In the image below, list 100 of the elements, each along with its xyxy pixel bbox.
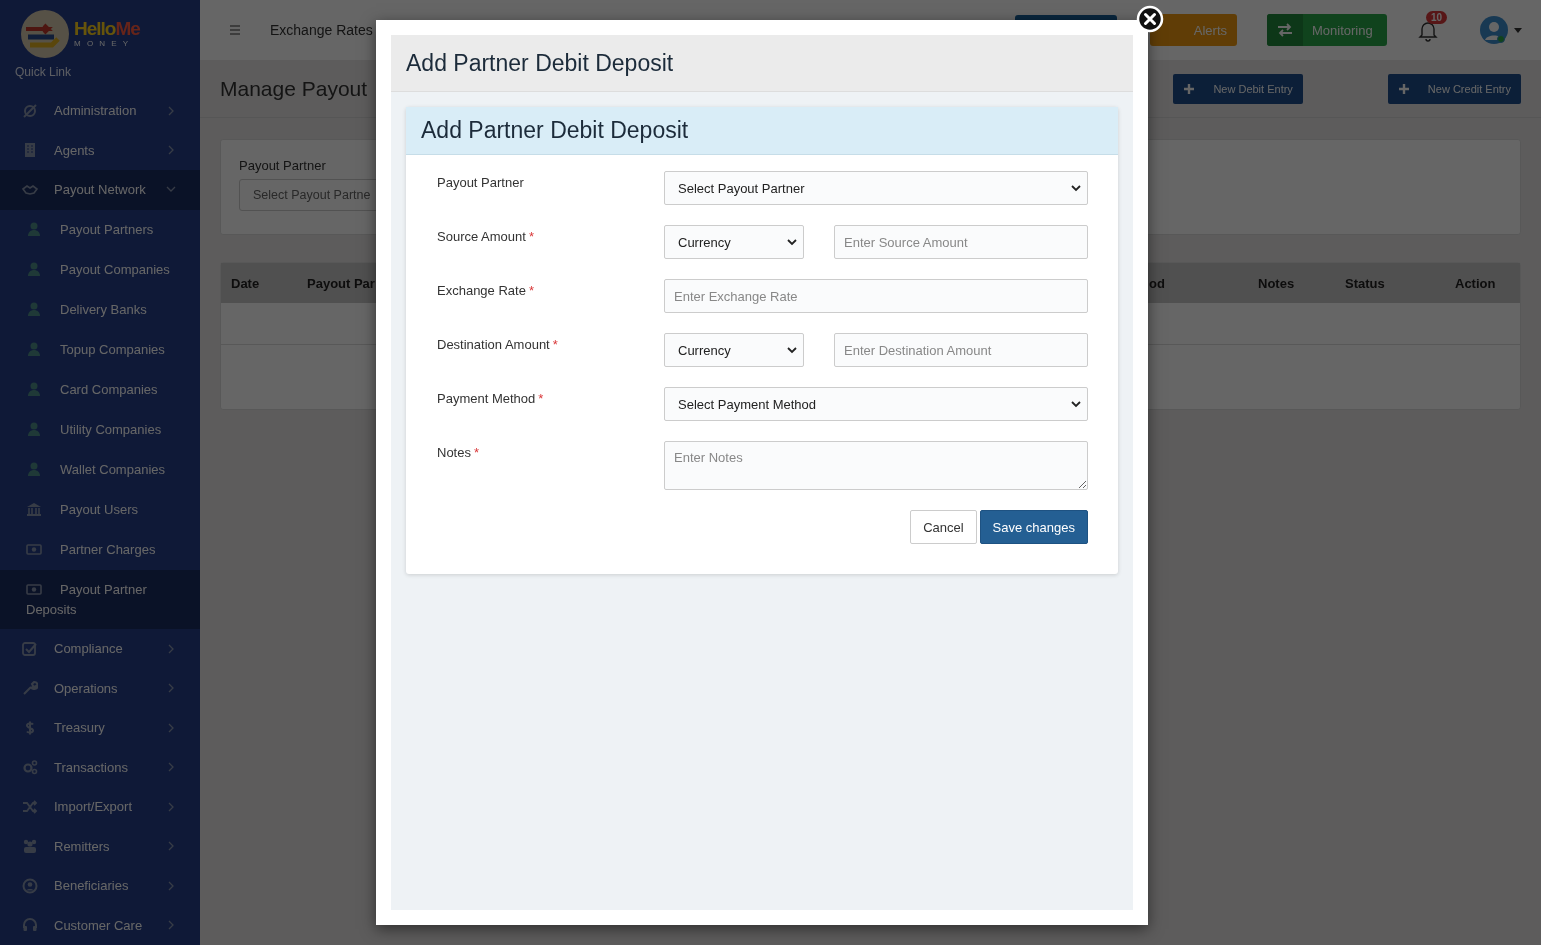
sidebar-item[interactable]: Payout Network: [0, 170, 200, 210]
column-header: Action: [1455, 275, 1496, 291]
swap-arrows-icon: [1277, 23, 1293, 37]
sidebar-subitem[interactable]: Delivery Banks: [0, 289, 200, 330]
sidebar-subitem[interactable]: Payout Companies: [0, 249, 200, 290]
wrench-icon: [22, 680, 38, 697]
sidebar-subitem[interactable]: Payout Partner Deposits: [0, 569, 200, 629]
field-label: Payment Method *: [437, 390, 545, 408]
field-label: Source Amount *: [437, 228, 535, 246]
sidebar-item[interactable]: Transactions: [0, 747, 200, 787]
sidebar-item[interactable]: Compliance: [0, 629, 200, 669]
new-entry-button[interactable]: New Credit Entry: [1387, 73, 1521, 104]
select-field[interactable]: Select Payout Partner: [664, 171, 1088, 205]
item-label: Compliance: [54, 641, 124, 657]
logo-name: HelloMe: [74, 19, 140, 40]
caret-icon: [1514, 27, 1522, 33]
item-label: Remitters: [54, 838, 111, 854]
person-icon: [26, 340, 42, 357]
bank-icon: [26, 500, 42, 517]
chevron-right-icon: [166, 683, 176, 694]
select-field[interactable]: Currency: [664, 333, 804, 367]
column-header: od: [1149, 275, 1165, 291]
sidebar-subitem[interactable]: Card Companies: [0, 369, 200, 410]
text-input[interactable]: Enter Exchange Rate: [664, 279, 1088, 313]
sidebar-item[interactable]: Agents: [0, 130, 200, 170]
item-label: Payout Users: [26, 501, 139, 517]
chevron-right-icon: [166, 722, 176, 733]
monitoring-button[interactable]: Monitoring: [1267, 14, 1387, 46]
person-icon: [26, 260, 42, 277]
item-label: Administration: [54, 103, 138, 119]
chevron-right-icon: [166, 145, 176, 156]
chevron-right-icon: [166, 920, 176, 931]
field-label: Notes *: [437, 444, 481, 462]
notes-input[interactable]: Enter Notes: [664, 441, 1088, 490]
field-label: Destination Amount *: [437, 336, 559, 354]
cancel-button[interactable]: Cancel: [910, 510, 977, 544]
building-icon: [22, 142, 38, 159]
save-button[interactable]: Save changes: [979, 510, 1088, 544]
person-icon: [26, 380, 42, 397]
item-label: Payout Partner Deposits: [26, 581, 147, 617]
logo-icon: [20, 8, 70, 59]
amount-input[interactable]: Enter Destination Amount: [834, 333, 1088, 367]
plus-icon: [1398, 83, 1409, 94]
sidebar-heading: Quick Link: [14, 64, 73, 82]
item-label: Transactions: [54, 759, 129, 775]
person-icon: [26, 420, 42, 437]
sidebar-subitem[interactable]: Payout Users: [0, 489, 200, 530]
person-icon: [26, 300, 42, 317]
item-label: Delivery Banks: [26, 301, 147, 317]
select-field[interactable]: Currency: [664, 225, 804, 259]
checkbox-icon: [22, 640, 38, 657]
item-label: Payout Network: [54, 182, 147, 198]
chevron-down-icon: [787, 346, 797, 354]
logo-subtitle: M O N E Y: [74, 39, 132, 49]
item-label: Utility Companies: [26, 421, 162, 437]
notification-badge: 10: [1426, 11, 1448, 24]
item-label: Beneficiaries: [54, 878, 130, 894]
item-label: Import/Export: [54, 799, 134, 815]
column-header: Status: [1345, 275, 1385, 291]
item-label: Card Companies: [26, 381, 158, 397]
chevron-right-icon: [166, 643, 176, 654]
chevron-down-icon: [1071, 184, 1081, 192]
gears-icon: [22, 759, 38, 776]
column-header: Payout Par: [307, 275, 375, 291]
chevron-down-icon: [1071, 400, 1081, 408]
sidebar-item[interactable]: Operations: [0, 668, 200, 708]
item-label: Payout Partners: [26, 221, 154, 237]
new-entry-button[interactable]: New Debit Entry: [1173, 73, 1303, 104]
sidebar-item[interactable]: Customer Care: [0, 905, 200, 945]
sidebar-item[interactable]: Administration: [0, 91, 200, 131]
chevron-right-icon: [166, 105, 176, 116]
sidebar-subitem[interactable]: Utility Companies: [0, 409, 200, 450]
item-label: Customer Care: [54, 917, 144, 933]
chevron-right-icon: [166, 880, 176, 891]
sidebar-subitem[interactable]: Wallet Companies: [0, 449, 200, 490]
sidebar-item[interactable]: Import/Export: [0, 787, 200, 827]
item-label: Topup Companies: [26, 341, 165, 357]
exchange-rates-menu[interactable]: Exchange Rates: [270, 22, 373, 38]
select-field[interactable]: Select Payment Method: [664, 387, 1088, 421]
amount-input[interactable]: Enter Source Amount: [834, 225, 1088, 259]
headset-icon: [22, 917, 38, 934]
person-icon: [26, 220, 42, 237]
people-icon: [22, 838, 38, 855]
item-label: Wallet Companies: [26, 461, 165, 477]
modal-title: Add Partner Debit Deposit: [406, 49, 674, 77]
card-title: Add Partner Debit Deposit: [421, 117, 689, 144]
item-label: Partner Charges: [26, 541, 156, 557]
sidebar-item[interactable]: Remitters: [0, 826, 200, 866]
chevron-down-icon: [787, 238, 797, 246]
item-label: Payout Companies: [26, 261, 170, 277]
alerts-button[interactable]: Alerts: [1150, 14, 1237, 46]
close-button[interactable]: [1136, 5, 1164, 33]
sidebar-subitem[interactable]: Topup Companies: [0, 329, 200, 370]
field-label: Exchange Rate *: [437, 282, 535, 300]
sidebar-item[interactable]: Beneficiaries: [0, 866, 200, 906]
sidebar-subitem[interactable]: Partner Charges: [0, 529, 200, 570]
bell-icon: [1418, 21, 1438, 42]
sidebar-item[interactable]: Treasury: [0, 708, 200, 748]
shuffle-icon: [22, 798, 38, 815]
field-label: Payout Partner: [239, 158, 327, 173]
